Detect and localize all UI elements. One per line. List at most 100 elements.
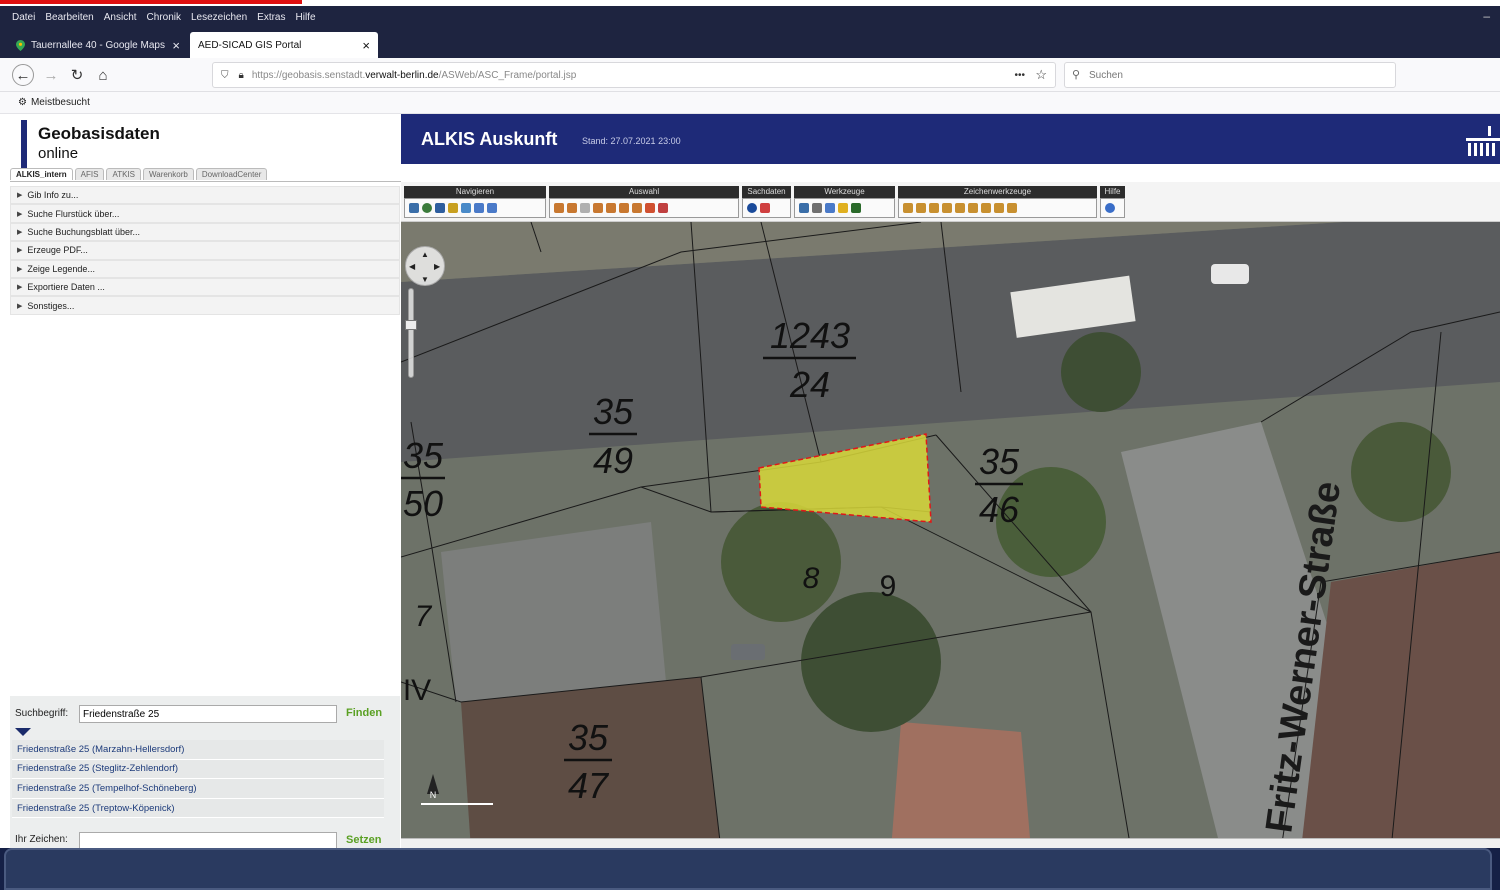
app-header: ALKIS Auskunft Stand: 27.07.2021 23:00 [401, 114, 1500, 164]
draw-edit-icon[interactable] [981, 203, 991, 213]
menu-chronik[interactable]: Chronik [147, 12, 181, 23]
close-icon[interactable]: × [172, 38, 180, 53]
draw-style-icon[interactable] [1007, 203, 1017, 213]
url-bar[interactable]: ⛉ 🔒︎ https://geobasis.senstadt. verwalt-b… [212, 62, 1056, 88]
data-timestamp: Stand: 27.07.2021 23:00 [582, 136, 681, 146]
select-rect-icon[interactable] [567, 203, 577, 213]
shield-icon[interactable]: ⛉ [221, 70, 229, 81]
save-icon[interactable] [851, 203, 861, 213]
draw-point-icon[interactable] [903, 203, 913, 213]
draw-arrow-icon[interactable] [955, 203, 965, 213]
bookmark-meistbesucht[interactable]: Meistbesucht [31, 97, 90, 108]
menu-lesezeichen[interactable]: Lesezeichen [191, 12, 247, 23]
favorite-icon[interactable] [838, 203, 848, 213]
eraser-icon[interactable] [760, 203, 770, 213]
list-item[interactable]: Friedenstraße 25 (Treptow-Köpenick) [12, 798, 384, 819]
set-button[interactable]: Setzen [346, 834, 381, 846]
pan-control[interactable]: ▲ ▼ ◀ ▶ [405, 246, 445, 286]
find-button[interactable]: Finden [346, 707, 382, 719]
globe-icon[interactable] [422, 203, 432, 213]
progress-accent-bar [0, 0, 302, 4]
menu-item-buchungsblatt[interactable]: ▶ Suche Buchungsblatt über... [10, 222, 400, 242]
pan-icon[interactable] [435, 203, 445, 213]
star-icon[interactable]: ☆ [1035, 67, 1047, 83]
menu-item-flurstueck[interactable]: ▶ Suche Flurstück über... [10, 204, 400, 223]
menu-item-info[interactable]: ▶ Gib Info zu... [10, 186, 400, 205]
menu-bearbeiten[interactable]: Bearbeiten [45, 12, 93, 23]
roof-bottom [891, 722, 1031, 850]
menu-ansicht[interactable]: Ansicht [104, 12, 137, 23]
next-extent-icon[interactable] [487, 203, 497, 213]
map-view[interactable]: 1243 24 35 49 35 50 35 46 35 47 8 9 7 IV… [401, 222, 1500, 850]
refresh-icon[interactable] [461, 203, 471, 213]
export-icon[interactable] [825, 203, 835, 213]
expand-triangle-icon: ▶ [17, 302, 23, 310]
menu-item-export[interactable]: ▶ Exportiere Daten ... [10, 277, 400, 297]
list-item[interactable]: Friedenstraße 25 (Tempelhof-Schöneberg) [12, 779, 384, 799]
draw-text-icon[interactable] [968, 203, 978, 213]
menu-item-sonstiges[interactable]: ▶ Sonstiges... [10, 296, 400, 315]
tab-warenkorb[interactable]: Warenkorb [142, 168, 194, 180]
expand-triangle-icon: ▶ [17, 284, 23, 292]
tab-aed-sicad[interactable]: AED-SICAD GIS Portal × [190, 32, 378, 58]
menu-datei[interactable]: Datei [12, 12, 35, 23]
zoom-slider[interactable] [405, 288, 417, 378]
minimize-icon[interactable]: – [1483, 9, 1490, 23]
select-polygon-icon[interactable] [580, 203, 590, 213]
help-icon[interactable] [1105, 203, 1115, 213]
select-circle-icon[interactable] [593, 203, 603, 213]
select-clear-icon[interactable] [645, 203, 655, 213]
tab-alkis-intern[interactable]: ALKIS_intern [10, 168, 73, 180]
collapse-triangle-icon[interactable] [15, 728, 31, 736]
tab-afis[interactable]: AFIS [74, 168, 105, 180]
zoom-handle[interactable] [405, 320, 417, 330]
menu-hilfe[interactable]: Hilfe [296, 12, 316, 23]
tab-google-maps[interactable]: Tauernallee 40 - Google Maps × [8, 32, 188, 58]
search-input[interactable] [79, 705, 337, 723]
tab-downloadcenter[interactable]: DownloadCenter [195, 168, 268, 180]
tab-atkis[interactable]: ATKIS [106, 168, 141, 180]
browser-tabbar: Tauernallee 40 - Google Maps × AED-SICAD… [0, 28, 1500, 79]
select-point-icon[interactable] [554, 203, 564, 213]
back-arrow-icon[interactable]: ← [12, 64, 34, 86]
pan-right-icon[interactable]: ▶ [434, 262, 440, 271]
measure-icon[interactable] [799, 203, 809, 213]
select-line-icon[interactable] [606, 203, 616, 213]
forward-arrow-icon[interactable]: → [40, 64, 62, 86]
select-add-icon[interactable] [632, 203, 642, 213]
draw-polygon-icon[interactable] [942, 203, 952, 213]
page-actions-icon[interactable]: ••• [1014, 70, 1025, 81]
home-icon[interactable]: ⌂ [92, 64, 114, 86]
berlin-logo-icon [1466, 126, 1500, 156]
info-icon[interactable] [747, 203, 757, 213]
parcel-label-numerator: 1243 [770, 315, 850, 356]
reload-icon[interactable]: ↻ [66, 64, 88, 86]
menu-item-pdf[interactable]: ▶ Erzeuge PDF... [10, 241, 400, 260]
pan-down-icon[interactable]: ▼ [421, 275, 429, 284]
toolgroup-title: Werkzeuge [794, 186, 895, 198]
parcel-label-numerator: 35 [593, 391, 634, 432]
draw-circle-icon[interactable] [929, 203, 939, 213]
toolgroup-auswahl: Auswahl [549, 186, 739, 220]
draw-delete-icon[interactable] [994, 203, 1004, 213]
move-icon[interactable] [448, 203, 458, 213]
menu-extras[interactable]: Extras [257, 12, 285, 23]
search-bar[interactable]: ⚲ Suchen [1064, 62, 1396, 88]
menu-item-label: Exportiere Daten ... [27, 282, 105, 293]
search-area: Suchbegriff: Finden Friedenstraße 25 (Ma… [10, 696, 400, 850]
list-item[interactable]: Friedenstraße 25 (Marzahn-Hellersdorf) [12, 740, 384, 760]
close-icon[interactable]: × [362, 38, 370, 53]
search-label: Suchbegriff: [15, 708, 69, 719]
list-item[interactable]: Friedenstraße 25 (Steglitz-Zehlendorf) [12, 759, 384, 780]
zoom-track[interactable] [408, 288, 414, 378]
pan-up-icon[interactable]: ▲ [421, 250, 429, 259]
select-remove-icon[interactable] [658, 203, 668, 213]
zoom-in-icon[interactable] [409, 203, 419, 213]
select-buffer-icon[interactable] [619, 203, 629, 213]
print-icon[interactable] [812, 203, 822, 213]
pan-left-icon[interactable]: ◀ [409, 262, 415, 271]
draw-line-icon[interactable] [916, 203, 926, 213]
previous-extent-icon[interactable] [474, 203, 484, 213]
menu-item-legende[interactable]: ▶ Zeige Legende... [10, 259, 400, 278]
search-icon: ⚲ [1072, 69, 1081, 81]
